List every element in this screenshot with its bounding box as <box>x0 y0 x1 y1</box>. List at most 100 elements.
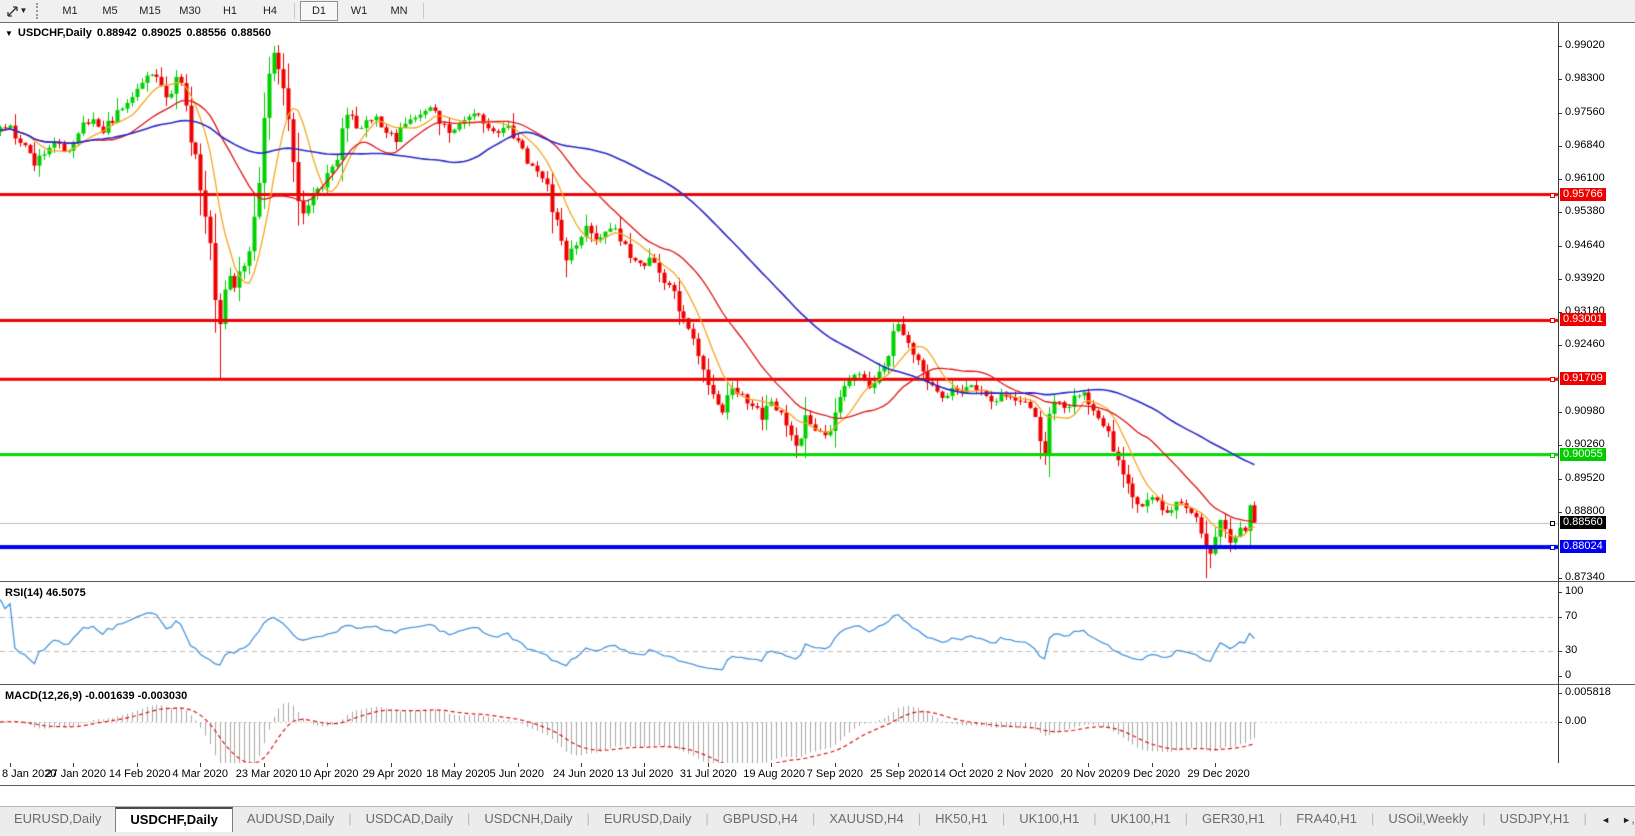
date-tick-mark <box>327 763 329 767</box>
right-arrow-icon[interactable]: ► <box>1622 813 1631 827</box>
date-axis-label: 29 Dec 2020 <box>1187 768 1250 780</box>
chart-title: ▼ USDCHF,Daily 0.88942 0.89025 0.88556 0… <box>5 27 271 39</box>
date-axis-label: 7 Sep 2020 <box>806 768 863 780</box>
chart-tab-uk100-h1[interactable]: UK100,H1 <box>1005 807 1093 832</box>
chart-tab-usdjpy-h1[interactable]: USDJPY,H1 <box>1486 807 1584 832</box>
axis-tick-mark <box>1558 445 1562 447</box>
line-anchor-marker[interactable] <box>1550 452 1555 458</box>
chart-tab-xauusd-h4[interactable]: XAUUSD,H4 <box>815 807 917 832</box>
chart-tab-usdcnh-daily[interactable]: USDCNH,Daily <box>470 807 586 832</box>
timeframe-button-h4[interactable]: H4 <box>251 1 289 21</box>
ohlc-close: 0.88560 <box>231 27 271 39</box>
rsi-axis-label: 30 <box>1565 643 1578 656</box>
chart-menu-icon[interactable]: ▼ <box>5 29 13 38</box>
chart-tab-usdcad-daily[interactable]: USDCAD,Daily <box>352 807 467 832</box>
line-anchor-marker[interactable] <box>1550 545 1555 551</box>
axis-tick-mark <box>1558 345 1562 347</box>
line-anchor-marker[interactable] <box>1550 192 1555 198</box>
line-anchor-marker[interactable] <box>1550 318 1555 324</box>
panel-divider[interactable] <box>0 684 1635 685</box>
timeframe-button-w1[interactable]: W1 <box>340 1 378 21</box>
price-badge-current-price: 0.88560 <box>1560 515 1606 529</box>
line-anchor-marker[interactable] <box>1550 520 1555 526</box>
date-tick-mark <box>263 763 265 767</box>
chart-symbol-label: USDCHF,Daily <box>17 27 92 39</box>
macd-axis-label: 0.005818 <box>1565 685 1611 698</box>
toolbar-separator <box>423 3 424 19</box>
price-axis-label: 0.89520 <box>1565 471 1605 484</box>
date-axis-label: 4 Mar 2020 <box>172 768 228 780</box>
date-tick-mark <box>136 763 138 767</box>
chart-tab-eurusd-daily[interactable]: EURUSD,Daily <box>0 807 115 832</box>
price-axis-label: 0.96840 <box>1565 138 1605 151</box>
date-axis-label: 14 Feb 2020 <box>108 768 171 780</box>
left-arrow-icon[interactable]: ◄ <box>1601 813 1610 827</box>
price-badge-support-line: 0.90055 <box>1560 447 1606 461</box>
panel-divider[interactable] <box>0 581 1635 582</box>
chart-tab-usdchf-daily[interactable]: USDCHF,Daily <box>115 807 233 832</box>
date-axis-label: 18 May 2020 <box>426 768 490 780</box>
axis-tick-mark <box>1558 722 1562 723</box>
price-badge-support-line: 0.88024 <box>1560 540 1606 554</box>
date-tick-mark <box>961 763 963 767</box>
axis-tick-mark <box>1558 112 1562 114</box>
price-badge-resistance-line: 0.93001 <box>1560 313 1606 327</box>
date-axis-label: 9 Dec 2020 <box>1123 768 1181 780</box>
timeframe-button-m30[interactable]: M30 <box>171 1 209 21</box>
chart-tab-usoil-weekly[interactable]: USOil,Weekly <box>1374 807 1482 832</box>
chart-tab-bar: EURUSD,Daily USDCHF,Daily AUDUSD,Daily | USD… <box>0 806 1635 836</box>
axis-tick-mark <box>1558 145 1562 147</box>
chart-tab-fra40-h1[interactable]: FRA40,H1 <box>1282 807 1371 832</box>
date-axis-label: 27 Jan 2020 <box>45 768 106 780</box>
axis-tick-mark <box>1558 245 1562 247</box>
date-tick-mark <box>580 763 582 767</box>
timeframe-button-d1[interactable]: D1 <box>300 1 338 21</box>
toolbar-grip[interactable] <box>36 3 45 19</box>
timeframe-button-m5[interactable]: M5 <box>91 1 129 21</box>
price-badge-resistance-line: 0.91709 <box>1560 372 1606 386</box>
date-tick-mark <box>390 763 392 767</box>
date-axis-label: 14 Oct 2020 <box>933 768 994 780</box>
price-chart-canvas[interactable] <box>0 23 1558 581</box>
date-axis-label: 25 Sep 2020 <box>870 768 933 780</box>
chart-tab-audusd-daily[interactable]: AUDUSD,Daily <box>233 807 348 832</box>
timeframe-button-m15[interactable]: M15 <box>131 1 169 21</box>
chart-tab-eurusd-daily[interactable]: EURUSD,Daily <box>590 807 705 832</box>
timeframe-button-mn[interactable]: MN <box>380 1 418 21</box>
date-axis-label: 23 Mar 2020 <box>235 768 298 780</box>
date-tick-mark <box>1025 763 1027 767</box>
price-badge-resistance-line: 0.95766 <box>1560 187 1606 201</box>
cursor-tool-button[interactable]: ▼ <box>2 2 32 20</box>
price-axis-label: 0.90980 <box>1565 405 1605 418</box>
ohlc-low: 0.88556 <box>186 27 227 39</box>
macd-indicator-label: MACD(12,26,9) -0.001639 -0.003030 <box>5 690 188 702</box>
rsi-axis-label: 70 <box>1565 610 1578 623</box>
date-axis-label: 5 Jun 2020 <box>489 768 544 780</box>
axis-tick-mark <box>1558 212 1562 214</box>
chart-tab-hk50-h1[interactable]: HK50,H1 <box>921 807 1002 832</box>
date-tick-mark <box>771 763 773 767</box>
axis-tick-mark <box>1558 511 1562 513</box>
date-tick-mark <box>1151 763 1153 767</box>
date-axis-label: 10 Apr 2020 <box>299 768 359 780</box>
axis-tick-mark <box>1558 278 1562 280</box>
chart-tab-gbpusd-h4[interactable]: GBPUSD,H4 <box>709 807 812 832</box>
chart-tab-uk100-h1[interactable]: UK100,H1 <box>1097 807 1185 832</box>
macd-axis-label: 0.00 <box>1565 715 1587 727</box>
timeframe-button-h1[interactable]: H1 <box>211 1 249 21</box>
axis-tick-mark <box>1558 650 1562 652</box>
chart-tab-ger30-h1[interactable]: GER30,H1 <box>1188 807 1279 832</box>
date-tick-mark <box>73 763 75 767</box>
cursor-tool-icon <box>6 5 18 17</box>
price-axis-label: 0.93920 <box>1565 271 1605 284</box>
timeframe-button-m1[interactable]: M1 <box>51 1 89 21</box>
toolbar-separator <box>294 3 295 19</box>
price-axis-label: 0.95380 <box>1565 205 1605 218</box>
line-anchor-marker[interactable] <box>1550 377 1555 383</box>
chart-window: ▼ USDCHF,Daily 0.88942 0.89025 0.88556 0… <box>0 23 1635 786</box>
date-tick-mark <box>644 763 646 767</box>
date-tick-mark <box>834 763 836 767</box>
date-axis: 8 Jan 2020 27 Jan 2020 14 Feb 2020 4 Mar 20… <box>0 763 1635 785</box>
rsi-chart-canvas[interactable] <box>0 583 1558 684</box>
date-axis-label: 20 Nov 2020 <box>1060 768 1123 780</box>
